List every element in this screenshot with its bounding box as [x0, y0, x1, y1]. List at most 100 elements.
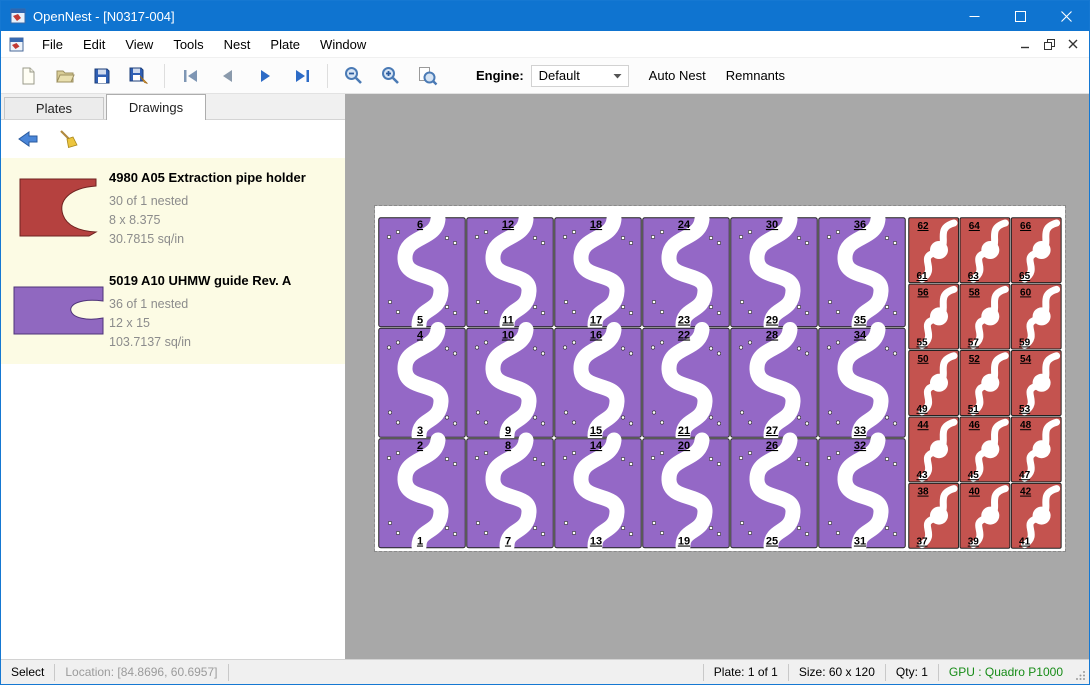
svg-text:10: 10 [502, 330, 514, 342]
svg-text:7: 7 [505, 536, 511, 548]
mdi-close-button[interactable] [1061, 33, 1085, 55]
save-icon [92, 66, 112, 86]
toolbar-separator [164, 64, 165, 88]
import-button[interactable] [13, 126, 43, 153]
svg-text:53: 53 [1019, 404, 1031, 415]
svg-text:44: 44 [917, 420, 929, 431]
title-bar: OpenNest - [N0317-004] [1, 1, 1089, 31]
window-controls [951, 1, 1089, 31]
menu-item-view[interactable]: View [115, 32, 163, 57]
status-location: Location: [84.8696, 60.6957] [55, 665, 227, 679]
svg-text:62: 62 [917, 221, 929, 232]
window-title: OpenNest - [N0317-004] [33, 9, 175, 24]
nav-first-button[interactable] [172, 61, 209, 91]
part-area: 103.7137 sq/in [109, 333, 291, 352]
minimize-button[interactable] [951, 1, 997, 31]
svg-text:36: 36 [854, 219, 866, 231]
status-divider [228, 664, 229, 681]
svg-text:46: 46 [969, 420, 981, 431]
svg-text:29: 29 [766, 315, 778, 327]
part-name: 4980 A05 Extraction pipe holder [109, 170, 306, 185]
svg-text:13: 13 [590, 536, 602, 548]
part-size: 8 x 8.375 [109, 211, 306, 230]
drawings-toolbar [1, 120, 345, 158]
svg-text:64: 64 [969, 221, 981, 232]
close-button[interactable] [1043, 1, 1089, 31]
app-window: OpenNest - [N0317-004] File Edit View To… [0, 0, 1090, 685]
part-area: 30.7815 sq/in [109, 230, 306, 249]
open-button[interactable] [46, 61, 83, 91]
resize-grip[interactable] [1073, 660, 1089, 684]
sidebar-tabs: Plates Drawings [1, 94, 345, 120]
svg-text:57: 57 [968, 337, 980, 348]
svg-text:66: 66 [1020, 221, 1032, 232]
engine-select[interactable]: Default [531, 65, 629, 87]
status-plate: Plate: 1 of 1 [704, 665, 788, 679]
status-qty: Qty: 1 [886, 665, 938, 679]
new-button[interactable] [9, 61, 46, 91]
svg-text:47: 47 [1019, 470, 1031, 481]
menu-item-file[interactable]: File [32, 32, 73, 57]
svg-text:18: 18 [590, 219, 602, 231]
part-nested-count: 36 of 1 nested [109, 295, 291, 314]
maximize-button[interactable] [997, 1, 1043, 31]
clear-button[interactable] [53, 126, 83, 153]
status-size: Size: 60 x 120 [789, 665, 885, 679]
svg-text:23: 23 [678, 315, 690, 327]
svg-text:26: 26 [766, 440, 778, 452]
nav-next-button[interactable] [246, 61, 283, 91]
svg-text:16: 16 [590, 330, 602, 342]
svg-text:43: 43 [916, 470, 928, 481]
document-system-icon[interactable] [9, 37, 24, 52]
svg-text:35: 35 [854, 315, 866, 327]
svg-text:17: 17 [590, 315, 602, 327]
svg-text:19: 19 [678, 536, 690, 548]
svg-text:60: 60 [1020, 287, 1032, 298]
blue-arrow-left-icon [17, 130, 39, 148]
part-item-uhmw-guide[interactable]: 5019 A10 UHMW guide Rev. A 36 of 1 neste… [1, 261, 345, 364]
svg-text:65: 65 [1019, 271, 1031, 282]
auto-nest-button[interactable]: Auto Nest [649, 68, 706, 83]
part-shape-red [20, 179, 96, 236]
tab-drawings[interactable]: Drawings [106, 94, 206, 120]
first-page-icon [181, 66, 201, 86]
save-button[interactable] [83, 61, 120, 91]
nest-canvas[interactable]: 6512111817242330293635431091615222128273… [346, 94, 1089, 659]
svg-text:37: 37 [916, 537, 928, 548]
part-item-extraction-pipe-holder[interactable]: 4980 A05 Extraction pipe holder 30 of 1 … [1, 158, 345, 261]
mdi-minimize-button[interactable] [1013, 33, 1037, 55]
zoom-out-button[interactable] [335, 61, 372, 91]
zoom-fit-button[interactable] [409, 61, 446, 91]
save-as-button[interactable] [120, 61, 157, 91]
tab-plates[interactable]: Plates [4, 97, 104, 119]
svg-text:49: 49 [916, 404, 928, 415]
plate[interactable]: 6512111817242330293635431091615222128273… [375, 206, 1065, 551]
svg-text:58: 58 [969, 287, 981, 298]
main-area: Plates Drawings [1, 94, 1089, 659]
svg-text:8: 8 [505, 440, 511, 452]
svg-text:48: 48 [1020, 420, 1032, 431]
nav-prev-button[interactable] [209, 61, 246, 91]
svg-text:34: 34 [854, 330, 867, 342]
part-thumbnail [9, 269, 109, 352]
zoom-fit-icon [417, 65, 438, 86]
previous-icon [218, 66, 238, 86]
menu-item-edit[interactable]: Edit [73, 32, 115, 57]
svg-text:15: 15 [590, 425, 602, 437]
status-bar: Select Location: [84.8696, 60.6957] Plat… [1, 659, 1089, 684]
part-info: 5019 A10 UHMW guide Rev. A 36 of 1 neste… [109, 269, 291, 352]
engine-selected-value: Default [539, 68, 580, 83]
svg-text:56: 56 [917, 287, 929, 298]
nav-last-button[interactable] [283, 61, 320, 91]
menu-item-nest[interactable]: Nest [214, 32, 261, 57]
zoom-out-icon [343, 65, 364, 86]
svg-text:11: 11 [502, 315, 514, 327]
zoom-in-button[interactable] [372, 61, 409, 91]
menu-item-plate[interactable]: Plate [260, 32, 310, 57]
remnants-button[interactable]: Remnants [726, 68, 785, 83]
svg-text:54: 54 [1020, 354, 1032, 365]
menu-item-window[interactable]: Window [310, 32, 376, 57]
mdi-restore-button[interactable] [1037, 33, 1061, 55]
menu-item-tools[interactable]: Tools [163, 32, 213, 57]
open-folder-icon [55, 66, 75, 86]
